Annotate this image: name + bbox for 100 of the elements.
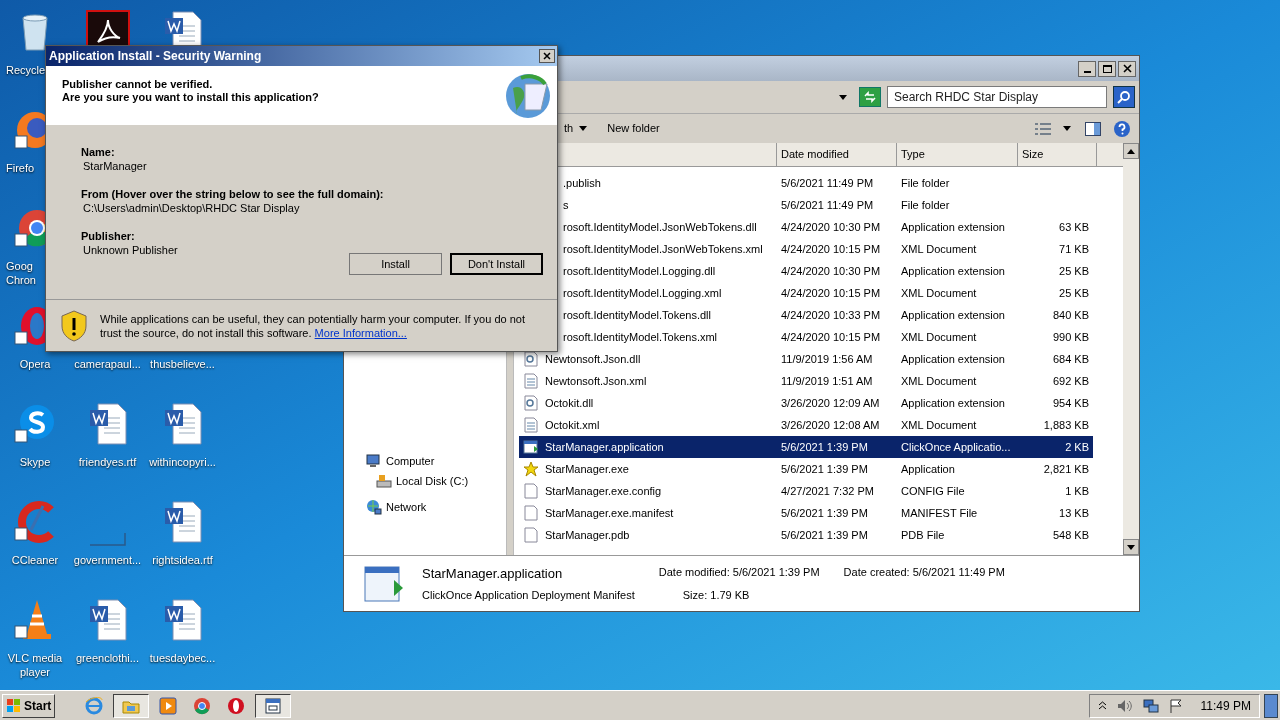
file-type: File folder: [900, 197, 951, 213]
date-modified: 11/9/2019 1:56 AM: [780, 351, 874, 367]
dialog-button[interactable]: Don't Install: [450, 253, 543, 275]
file-size: 548 KB: [1051, 527, 1089, 543]
file-corner-icon: [89, 533, 126, 546]
date-modified: 4/24/2020 10:15 PM: [780, 241, 882, 257]
view-options-button[interactable]: [1035, 122, 1071, 135]
preview-pane-button[interactable]: [1085, 121, 1101, 136]
desktop-icon-label[interactable]: rightsidea.rtf: [152, 553, 213, 567]
file-row[interactable]: StarManager.pdb 5/6/2021 1:39 PM PDB File 548 KB: [519, 524, 1093, 546]
date-modified: 4/24/2020 10:30 PM: [780, 263, 882, 279]
list-view-icon: [1035, 122, 1051, 135]
star-icon: [523, 461, 539, 477]
show-desktop-button[interactable]: [1264, 693, 1278, 718]
network-icon: [1142, 698, 1159, 713]
xml-file-icon: [523, 373, 539, 389]
file-size: 25 KB: [1058, 285, 1089, 301]
media-player-icon: [159, 696, 178, 715]
close-icon: [1122, 64, 1132, 73]
file-name: StarManager.exe.config: [545, 483, 662, 499]
new-folder-button[interactable]: New folder: [599, 120, 668, 137]
refresh-button[interactable]: [859, 87, 881, 107]
file-icon: [523, 483, 539, 499]
clock[interactable]: 11:49 PM: [1192, 696, 1251, 715]
desktop-icon-label[interactable]: greenclothi...: [76, 651, 139, 665]
disk-drive-icon: [376, 472, 392, 489]
date-modified: 5/6/2021 1:39 PM: [780, 439, 869, 455]
taskbar-button[interactable]: [255, 693, 292, 718]
desktop-icon-label[interactable]: Skype: [19, 455, 51, 469]
network-globe-icon: [366, 499, 382, 516]
help-button[interactable]: [1113, 119, 1131, 138]
toolbar-menu-button[interactable]: th: [564, 120, 600, 137]
column-header[interactable]: Type: [896, 143, 1017, 166]
desktop-icon-label[interactable]: friendyes.rtf: [78, 455, 137, 469]
file-type: Application: [900, 461, 956, 477]
dialog-title: Application Install - Security Warning: [49, 48, 262, 65]
close-button[interactable]: [539, 49, 555, 63]
desktop-icon-label[interactable]: Goog Chron: [0, 259, 36, 287]
file-name: Octokit.xml: [545, 417, 600, 433]
file-size: 25 KB: [1058, 263, 1089, 279]
file-name: rosoft.IdentityModel.Logging.xml: [563, 285, 722, 301]
refresh-arrows-icon: [863, 91, 877, 103]
file-row[interactable]: Octokit.dll 3/26/2020 12:09 AM Application extension 954 KB: [519, 392, 1093, 414]
file-name: rosoft.IdentityModel.Tokens.xml: [563, 329, 718, 345]
minimize-button[interactable]: [1078, 60, 1096, 77]
desktop-icon-label[interactable]: withincopyri...: [149, 455, 216, 469]
desktop-icon-label[interactable]: Opera: [19, 357, 51, 371]
field-value: C:\Users\admin\Desktop\RHDC Star Display: [82, 201, 301, 215]
search-icon: [1117, 90, 1131, 104]
dialog-button[interactable]: Install: [349, 253, 442, 275]
file-name: .publish: [563, 175, 601, 191]
file-row[interactable]: StarManager.application 5/6/2021 1:39 PM ClickOnce Applicatio... 2 KB: [519, 436, 1093, 458]
file-type: CONFIG File: [900, 483, 966, 499]
file-row[interactable]: Octokit.xml 3/26/2020 12:08 AM XML Document 1,883 KB: [519, 414, 1093, 436]
desktop-icon-label[interactable]: Firefo: [0, 161, 35, 175]
vertical-scrollbar[interactable]: [1123, 143, 1139, 555]
file-size: 2 KB: [1064, 439, 1089, 455]
file-row[interactable]: Newtonsoft.Json.xml 11/9/2019 1:51 AM XML Document 692 KB: [519, 370, 1093, 392]
details-file-name: StarManager.application: [422, 564, 564, 583]
file-row[interactable]: StarManager.exe.config 4/27/2021 7:32 PM CONFIG File 1 KB: [519, 480, 1093, 502]
more-information-link[interactable]: More Information...: [314, 326, 407, 339]
file-name: Octokit.dll: [545, 395, 594, 411]
scroll-down-icon: [1127, 544, 1135, 550]
desktop-icon-label[interactable]: tuesdaybec...: [149, 651, 216, 665]
close-button[interactable]: [1118, 60, 1136, 77]
ie-icon: [85, 696, 104, 715]
field-value: StarManager: [82, 159, 148, 173]
nav-item[interactable]: Computer: [366, 453, 506, 470]
file-size: 13 KB: [1058, 505, 1089, 521]
dropdown-caret-icon: [579, 126, 588, 131]
desktop-icon-label[interactable]: thusbelieve...: [150, 357, 215, 371]
desktop-icon-label[interactable]: camerapaul...: [74, 357, 141, 371]
file-name: StarManager.pdb: [545, 527, 630, 543]
desktop-icon-label[interactable]: government...: [73, 553, 142, 567]
flag-icon: [1168, 698, 1183, 713]
start-button[interactable]: Start: [2, 693, 56, 718]
file-row[interactable]: StarManager.exe.manifest 5/6/2021 1:39 PM MANIFEST File 13 KB: [519, 502, 1093, 524]
nav-item[interactable]: Network: [366, 499, 506, 516]
file-name: rosoft.IdentityModel.Logging.dll: [563, 263, 716, 279]
file-name: rosoft.IdentityModel.Tokens.dll: [563, 307, 711, 323]
maximize-button[interactable]: [1098, 60, 1116, 77]
nav-item[interactable]: Local Disk (C:): [366, 472, 506, 489]
column-header[interactable]: Date modified: [776, 143, 896, 166]
date-modified: 4/24/2020 10:15 PM: [780, 285, 882, 301]
date-modified: 5/6/2021 11:49 PM: [780, 197, 875, 213]
field-value: Unknown Publisher: [82, 243, 179, 257]
desktop-icon-label[interactable]: Recycle: [0, 63, 46, 77]
file-type: XML Document: [900, 329, 978, 345]
date-modified: 4/24/2020 10:33 PM: [780, 307, 882, 323]
taskbar-button[interactable]: [113, 693, 150, 718]
desktop-icon-label[interactable]: VLC media player: [7, 651, 63, 679]
desktop-icon-label[interactable]: CCleaner: [11, 553, 59, 567]
column-header[interactable]: Size: [1017, 143, 1096, 166]
file-row[interactable]: Newtonsoft.Json.dll 11/9/2019 1:56 AM Application extension 684 KB: [519, 348, 1093, 370]
file-size: 684 KB: [1051, 351, 1089, 367]
file-icon: [523, 527, 539, 543]
search-button[interactable]: [1113, 86, 1135, 108]
file-size: 63 KB: [1058, 219, 1089, 235]
file-row[interactable]: StarManager.exe 5/6/2021 1:39 PM Application 2,821 KB: [519, 458, 1093, 480]
search-field[interactable]: Search RHDC Star Display: [887, 86, 1107, 108]
